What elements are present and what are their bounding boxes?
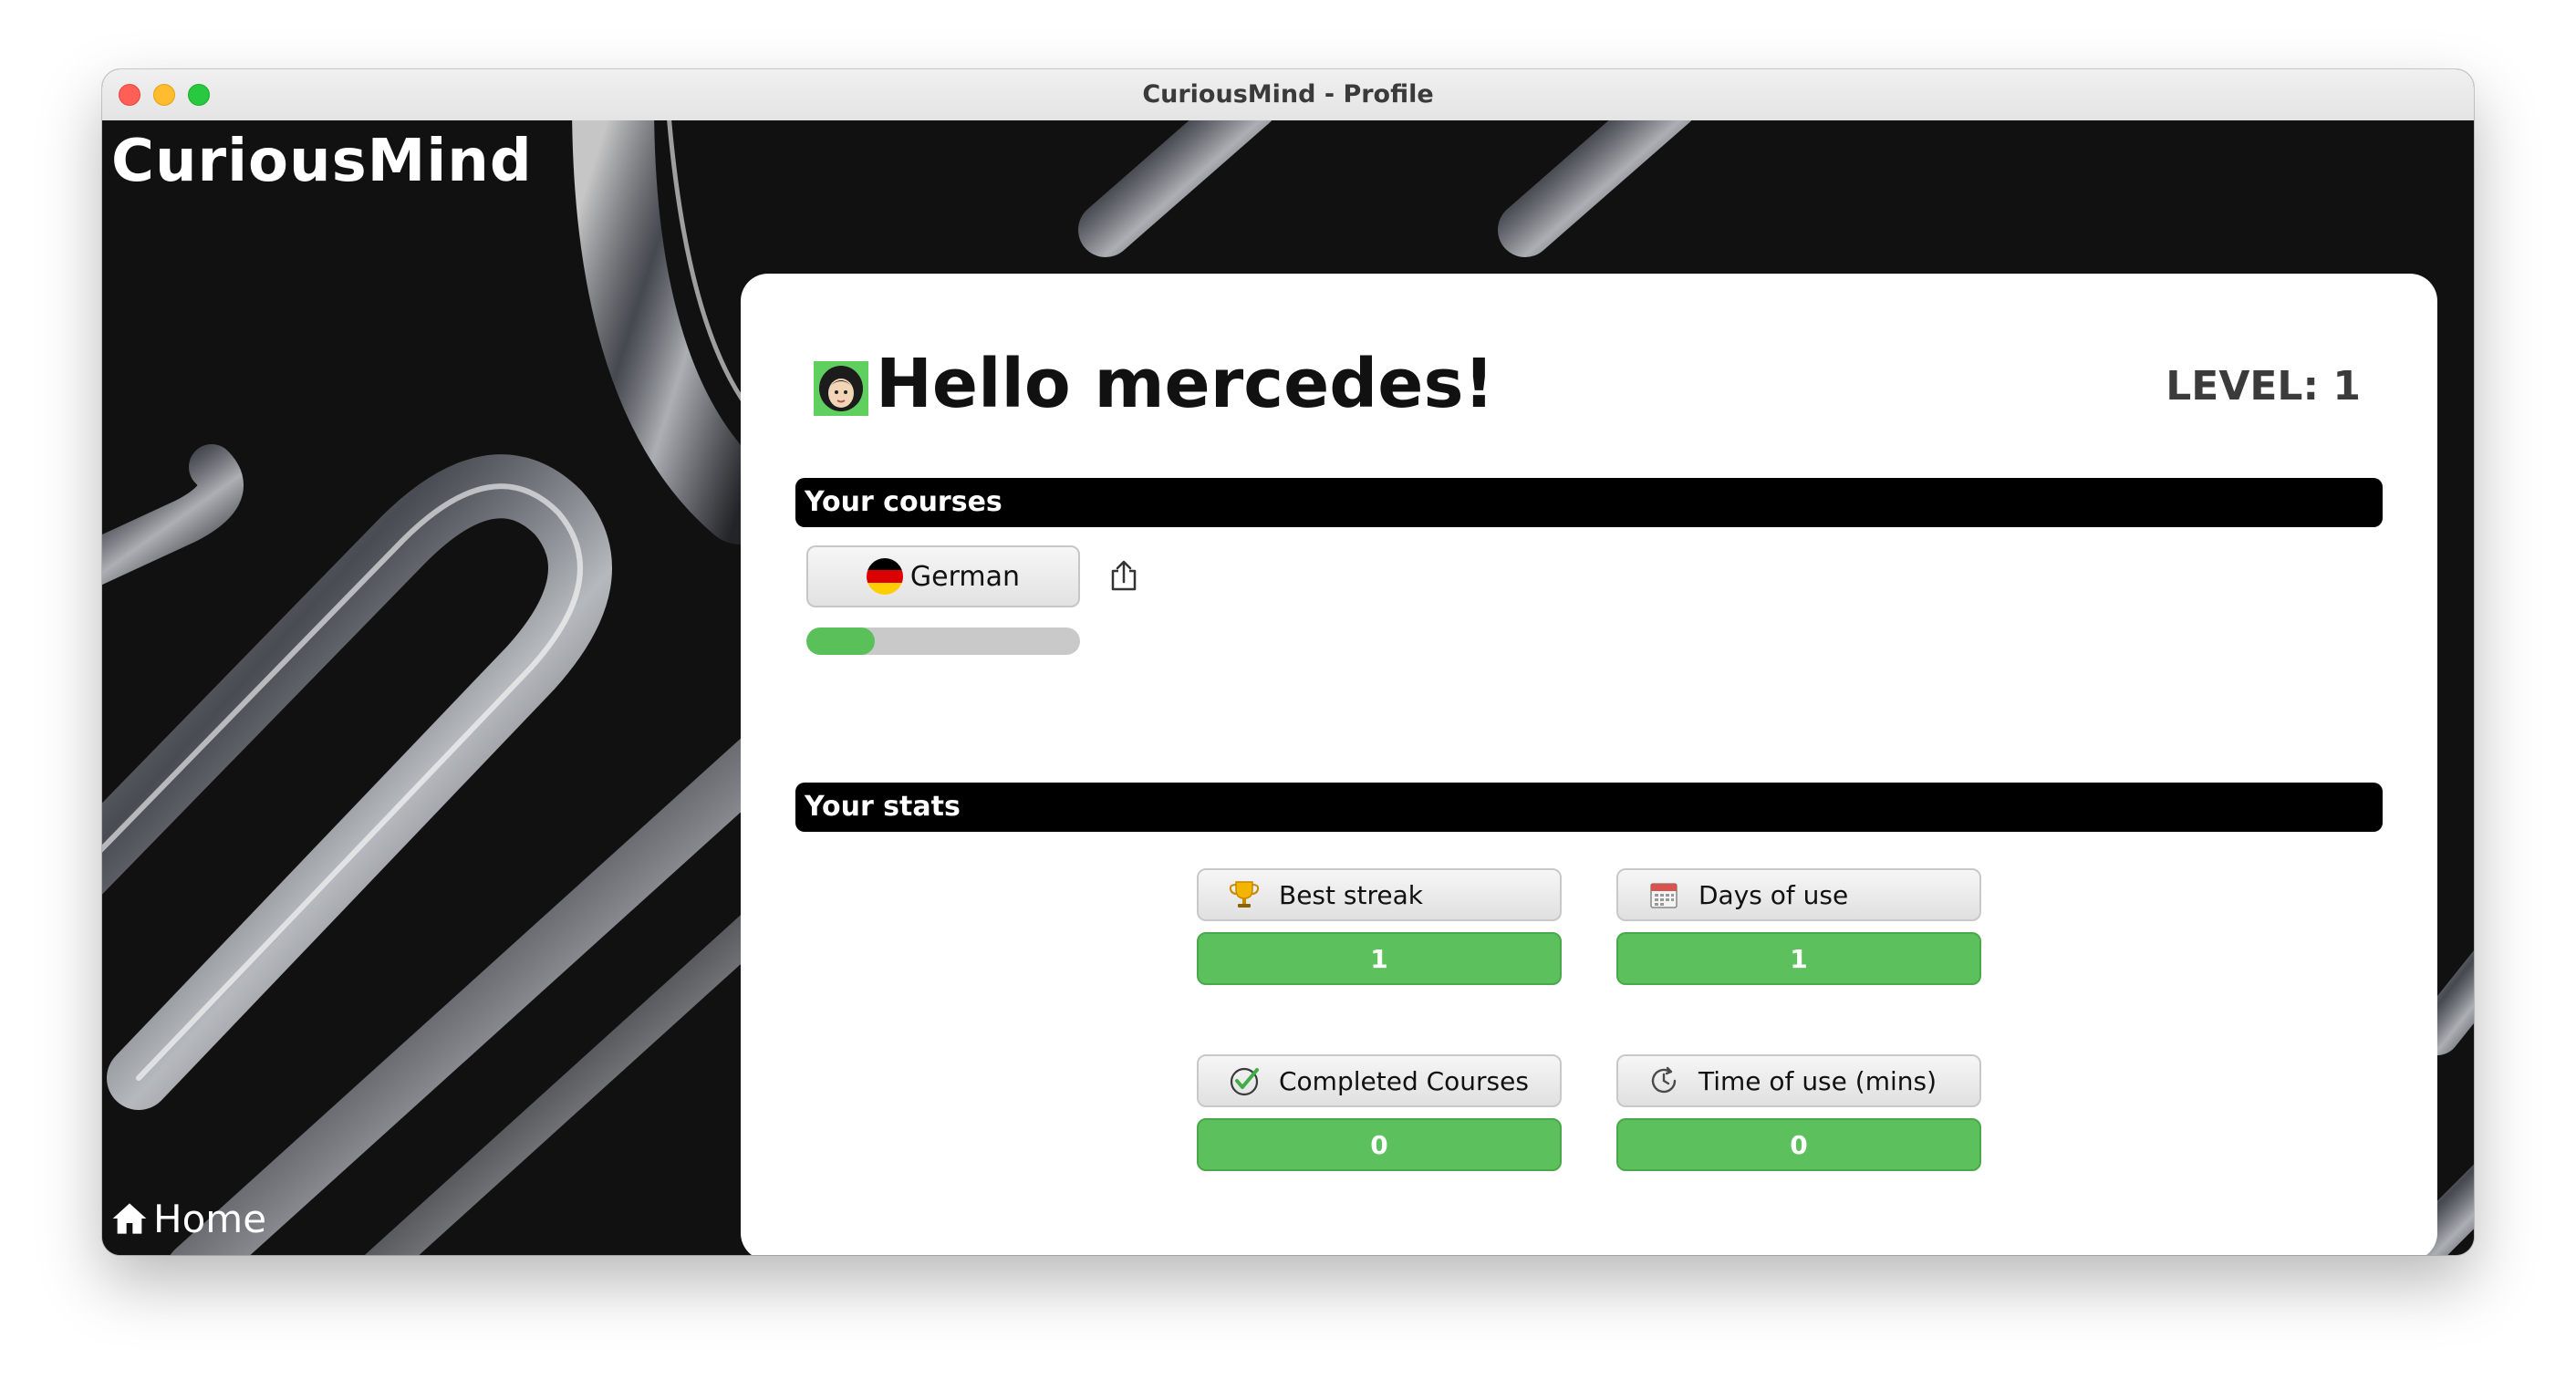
stat-time-of-use-label-button[interactable]: Time of use (mins): [1616, 1054, 1981, 1107]
stat-value[interactable]: 0: [1197, 1118, 1562, 1171]
course-label: German: [909, 560, 1021, 593]
stat-label-text: Best streak: [1279, 879, 1423, 910]
check-circle-icon: [1226, 1063, 1262, 1099]
main-content: CuriousMind Home Hello mercedes! LEVEL: …: [102, 120, 2474, 1255]
stat-completed-courses-label-button[interactable]: Completed Courses: [1197, 1054, 1562, 1107]
stat-value[interactable]: 1: [1197, 932, 1562, 985]
trophy-icon: [1226, 877, 1262, 913]
course-progress-bar: [806, 628, 1080, 655]
clock-icon: [1646, 1063, 1682, 1099]
stat-best-streak: Best streak 1: [1197, 868, 1562, 985]
profile-card: Hello mercedes! LEVEL: 1 Your courses Ge…: [741, 274, 2437, 1255]
home-label: Home: [153, 1196, 267, 1241]
avatar-face-icon: [814, 361, 868, 416]
stat-time-of-use: Time of use (mins) 0: [1616, 1054, 1981, 1171]
app-brand: CuriousMind: [111, 128, 533, 195]
stat-label-text: Days of use: [1698, 879, 1849, 910]
course-progress-fill: [806, 628, 875, 655]
stats-section-header: Your stats: [795, 783, 2383, 832]
home-link[interactable]: Home: [111, 1193, 266, 1244]
calendar-icon: [1646, 877, 1682, 913]
app-window: CuriousMind - Profile CuriousMind Home H…: [102, 69, 2474, 1255]
course-button-german[interactable]: German: [806, 545, 1080, 607]
stat-label-text: Completed Courses: [1279, 1065, 1529, 1096]
stat-days-of-use-label-button[interactable]: Days of use: [1616, 868, 1981, 921]
stat-completed-courses: Completed Courses 0: [1197, 1054, 1562, 1171]
greeting-title: Hello mercedes!: [876, 345, 1495, 423]
home-icon: [112, 1203, 147, 1234]
title-bar: CuriousMind - Profile: [102, 69, 2474, 121]
share-icon[interactable]: [1106, 558, 1142, 595]
level-indicator: LEVEL: 1: [2166, 363, 2361, 410]
germany-flag-icon: [866, 558, 903, 595]
stat-best-streak-label-button[interactable]: Best streak: [1197, 868, 1562, 921]
stat-value[interactable]: 1: [1616, 932, 1981, 985]
courses-section-header: Your courses: [795, 478, 2383, 527]
stat-days-of-use: Days of use 1: [1616, 868, 1981, 985]
stat-label-text: Time of use (mins): [1698, 1065, 1937, 1096]
stat-value[interactable]: 0: [1616, 1118, 1981, 1171]
window-title: CuriousMind - Profile: [1142, 80, 1434, 109]
